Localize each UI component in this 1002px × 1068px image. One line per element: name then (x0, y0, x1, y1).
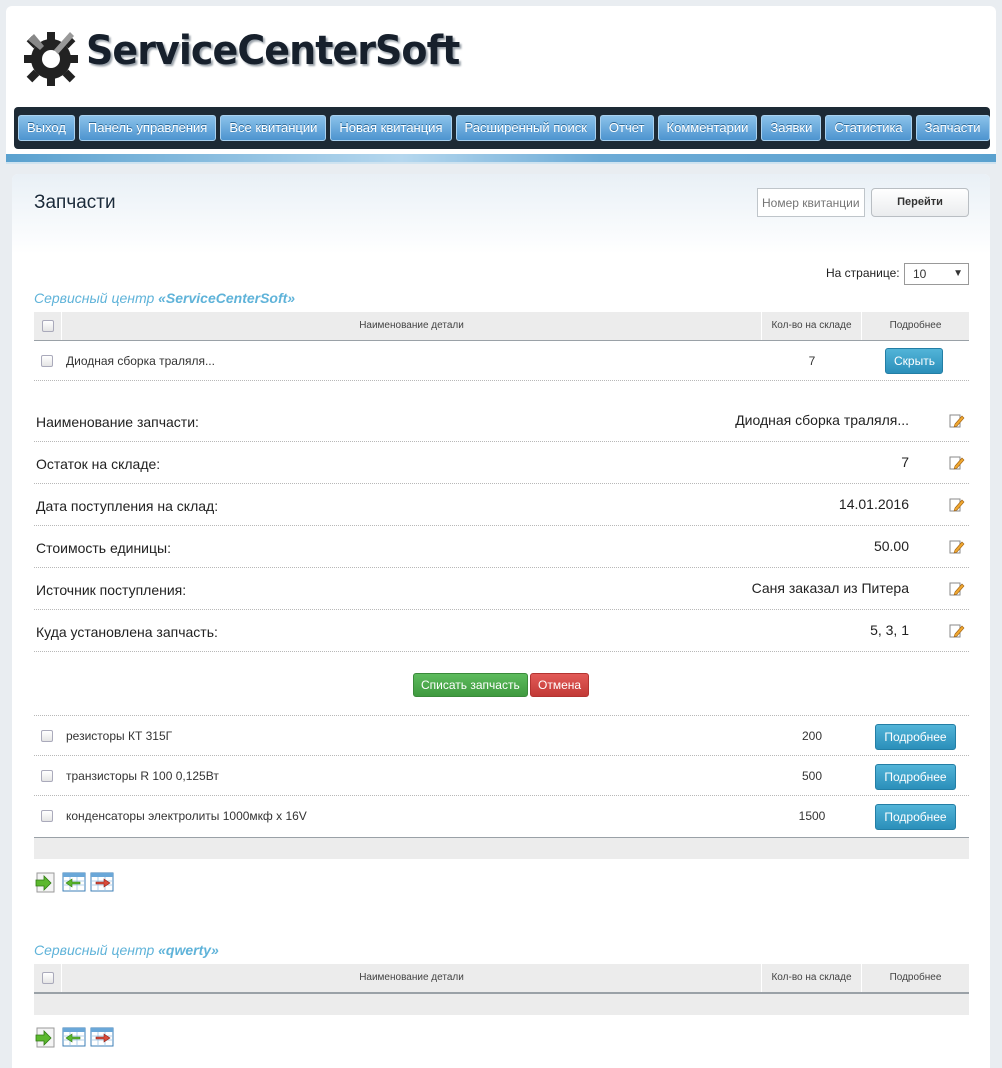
table-row: резисторы КТ 315Г 200 Подробнее (34, 716, 969, 756)
detail-value: 50.00 (873, 538, 909, 554)
nav-advanced-search[interactable]: Расширенный поиск (455, 115, 596, 141)
row-name: транзисторы R 100 0,125Вт (66, 769, 219, 783)
header-qty: Кол-во на складе (762, 964, 862, 992)
detail-row-stock: Остаток на складе: 7 (34, 442, 969, 484)
detail-row-source: Источник поступления: Саня заказал из Пи… (34, 568, 969, 610)
cancel-button[interactable]: Отмена (530, 673, 590, 697)
gear-logo-icon (24, 32, 78, 86)
row-name: конденсаторы электролиты 1000мкф x 16V (66, 809, 307, 823)
service-center-title: Сервисный центр «ServiceCenterSoft» (34, 290, 295, 306)
per-page-value: 10 (913, 267, 927, 281)
content-panel: Запчасти Перейти На странице: 10 ▼ Серви… (12, 174, 990, 1068)
edit-pencil-icon[interactable] (949, 581, 965, 597)
row-name: Диодная сборка траляля... (66, 354, 215, 368)
detail-value: Саня заказал из Питера (751, 580, 909, 596)
table-row: транзисторы R 100 0,125Вт 500 Подробнее (34, 756, 969, 796)
nav-new-receipt[interactable]: Новая квитанция (330, 115, 452, 141)
details-button[interactable]: Подробнее (875, 764, 956, 790)
nav-bar: Выход Панель управления Все квитанции Но… (6, 102, 996, 164)
service-center-prefix: Сервисный центр (34, 942, 159, 958)
detail-label: Источник поступления: (36, 582, 187, 598)
export-table-icon[interactable] (90, 871, 114, 893)
detail-label: Куда установлена запчасть: (36, 624, 218, 640)
table-header: Наименование детали Кол-во на складе Под… (34, 312, 969, 341)
detail-value: 14.01.2016 (838, 496, 909, 512)
row-checkbox[interactable] (41, 770, 53, 782)
detail-value: 5, 3, 1 (870, 622, 909, 638)
row-qty: 1500 (798, 809, 826, 823)
table-row: Диодная сборка траляля... 7 Скрыть (34, 341, 969, 381)
nav-statistics[interactable]: Статистика (825, 115, 912, 141)
page-title: Запчасти (34, 192, 116, 213)
nav-logout[interactable]: Выход (18, 115, 75, 141)
edit-pencil-icon[interactable] (949, 413, 965, 429)
detail-value: Диодная сборка траляля... (735, 412, 909, 428)
hide-button[interactable]: Скрыть (885, 348, 943, 374)
import-table-icon[interactable] (62, 1026, 86, 1048)
detail-label: Стоимость единицы: (36, 540, 171, 556)
table-tools (34, 1026, 114, 1048)
row-qty: 7 (808, 354, 816, 368)
detail-row-installed: Куда установлена запчасть: 5, 3, 1 (34, 610, 969, 652)
nav-all-receipts[interactable]: Все квитанции (220, 115, 327, 141)
table-row: конденсаторы электролиты 1000мкф x 16V 1… (34, 796, 969, 836)
row-name: резисторы КТ 315Г (66, 729, 173, 743)
nav-requests[interactable]: Заявки (761, 115, 822, 141)
detail-value: 7 (901, 454, 909, 470)
table-footer (34, 993, 969, 1015)
header-name: Наименование детали (62, 964, 762, 992)
add-part-icon[interactable] (34, 1026, 58, 1048)
service-center-title: Сервисный центр «qwerty» (34, 942, 219, 958)
header: ServiceCenterSoft (6, 6, 996, 102)
detail-label: Остаток на складе: (36, 456, 161, 472)
write-off-button[interactable]: Списать запчасть (413, 673, 528, 697)
header-qty: Кол-во на складе (762, 312, 862, 340)
import-table-icon[interactable] (62, 871, 86, 893)
header-checkbox-cell (34, 964, 62, 992)
detail-row-name: Наименование запчасти: Диодная сборка тр… (34, 400, 969, 442)
add-part-icon[interactable] (34, 871, 58, 893)
row-checkbox[interactable] (41, 810, 53, 822)
select-all-checkbox[interactable] (41, 972, 54, 984)
nav-stripe (6, 154, 996, 164)
header-more: Подробнее (889, 320, 942, 331)
detail-row-price: Стоимость единицы: 50.00 (34, 526, 969, 568)
service-center-name: «qwerty» (158, 942, 219, 958)
table-tools (34, 871, 114, 893)
header-checkbox-cell (34, 312, 62, 340)
detail-label: Наименование запчасти: (36, 414, 199, 430)
nav-menu: Выход Панель управления Все квитанции Но… (14, 107, 990, 149)
row-qty: 500 (801, 769, 823, 783)
export-table-icon[interactable] (90, 1026, 114, 1048)
service-center-prefix: Сервисный центр (34, 290, 159, 306)
table-header: Наименование детали Кол-во на складе Под… (34, 964, 969, 993)
details-button[interactable]: Подробнее (875, 724, 956, 750)
table-footer (34, 837, 969, 859)
edit-pencil-icon[interactable] (949, 455, 965, 471)
edit-pencil-icon[interactable] (949, 623, 965, 639)
detail-row-date: Дата поступления на склад: 14.01.2016 (34, 484, 969, 526)
logo-text: ServiceCenterSoft (86, 28, 460, 74)
service-center-name: «ServiceCenterSoft» (158, 290, 296, 306)
dropdown-arrow-icon: ▼ (953, 268, 963, 279)
per-page-select[interactable]: 10 ▼ (904, 263, 969, 285)
detail-label: Дата поступления на склад: (36, 498, 219, 514)
nav-report[interactable]: Отчет (599, 115, 654, 141)
edit-pencil-icon[interactable] (949, 497, 965, 513)
go-button[interactable]: Перейти (871, 188, 969, 217)
header-name: Наименование детали (62, 312, 762, 340)
receipt-number-input[interactable] (757, 188, 865, 217)
details-button[interactable]: Подробнее (875, 804, 956, 830)
per-page-label: На странице: (826, 266, 900, 280)
edit-pencil-icon[interactable] (949, 539, 965, 555)
nav-parts[interactable]: Запчасти (915, 115, 990, 141)
header-more: Подробнее (889, 972, 942, 983)
select-all-checkbox[interactable] (41, 320, 54, 332)
nav-control-panel[interactable]: Панель управления (78, 115, 217, 141)
nav-comments[interactable]: Комментарии (657, 115, 758, 141)
row-checkbox[interactable] (41, 355, 53, 367)
row-qty: 200 (801, 729, 823, 743)
row-checkbox[interactable] (41, 730, 53, 742)
